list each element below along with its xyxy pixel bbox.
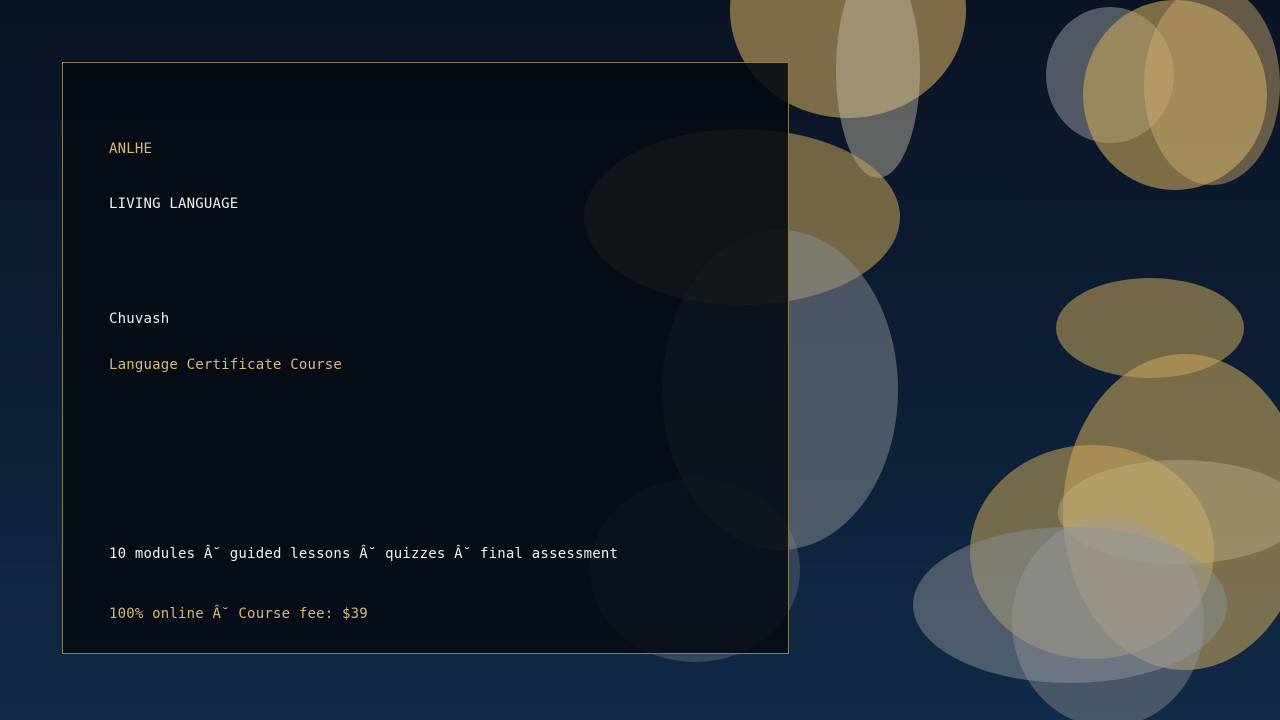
course-pricing: 100% online Â˘ Course fee: $39 [109, 606, 368, 622]
brand-tagline: LIVING LANGUAGE [109, 196, 239, 212]
bokeh-circle [1012, 517, 1204, 720]
language-name: Chuvash [109, 311, 170, 327]
course-details: 10 modules Â˘ guided lessons Â˘ quizzes … [109, 546, 619, 562]
course-title: Language Certificate Course [109, 357, 342, 373]
course-card: ANLHE LIVING LANGUAGE Chuvash Language C… [62, 62, 789, 654]
brand-name: ANLHE [109, 141, 153, 157]
bokeh-circle [836, 0, 920, 178]
